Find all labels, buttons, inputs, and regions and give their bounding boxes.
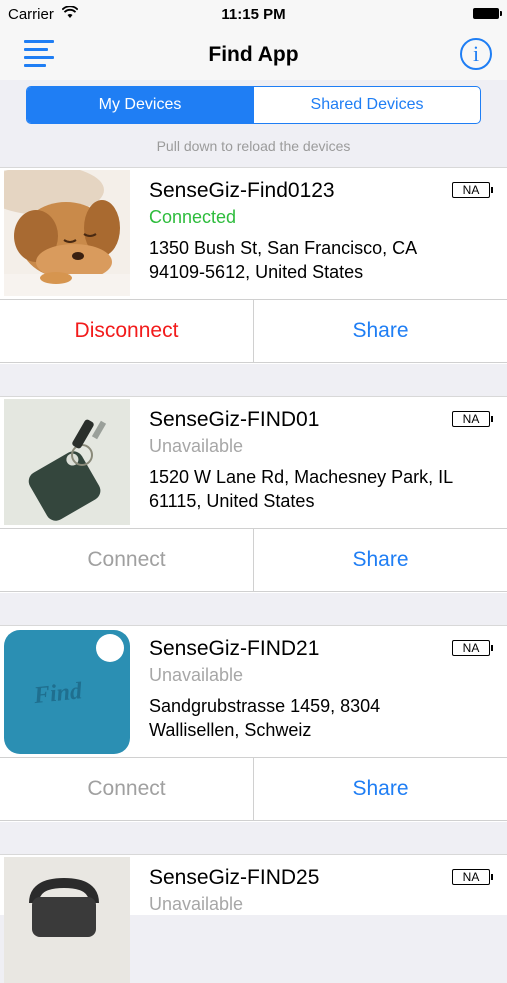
device-card[interactable]: SenseGiz-FIND25 Unavailable NA xyxy=(0,854,507,983)
share-button[interactable]: Share xyxy=(253,529,507,591)
device-status: Unavailable xyxy=(149,894,244,914)
device-segmented-control: My Devices Shared Devices xyxy=(26,86,481,124)
device-actions: Disconnect Share xyxy=(0,299,507,363)
device-photo-puppy xyxy=(4,170,130,296)
device-name: SenseGiz-Find0123 xyxy=(149,179,335,202)
navigation-bar: Find App i xyxy=(0,28,507,80)
tab-shared-devices[interactable]: Shared Devices xyxy=(253,87,480,123)
battery-badge: NA xyxy=(452,869,493,885)
share-button[interactable]: Share xyxy=(253,300,507,362)
connect-button[interactable]: Connect xyxy=(0,529,253,591)
info-icon[interactable]: i xyxy=(460,38,492,70)
device-card[interactable]: Find SenseGiz-FIND21 Unavailable Sandgru… xyxy=(0,625,507,822)
battery-icon xyxy=(473,8,502,19)
device-status: Unavailable xyxy=(149,436,244,456)
page-title: Find App xyxy=(208,43,299,66)
device-card[interactable]: SenseGiz-Find0123 Connected 1350 Bush St… xyxy=(0,167,507,364)
device-actions: Connect Share xyxy=(0,528,507,592)
share-button[interactable]: Share xyxy=(253,758,507,820)
device-photo-keys xyxy=(4,399,130,525)
device-status: Unavailable xyxy=(149,665,244,685)
svg-text:Find: Find xyxy=(32,678,84,709)
device-name: SenseGiz-FIND01 xyxy=(149,408,320,431)
device-name: SenseGiz-FIND25 xyxy=(149,866,320,889)
tab-my-devices[interactable]: My Devices xyxy=(27,87,253,123)
device-address: Sandgrubstrasse 1459, 8304 Wallisellen, … xyxy=(149,696,381,740)
device-card[interactable]: SenseGiz-FIND01 Unavailable 1520 W Lane … xyxy=(0,396,507,593)
device-photo xyxy=(4,857,130,983)
device-name: SenseGiz-FIND21 xyxy=(149,637,320,660)
disconnect-button[interactable]: Disconnect xyxy=(0,300,253,362)
pull-to-reload-hint: Pull down to reload the devices xyxy=(156,138,351,154)
device-address: 1520 W Lane Rd, Machesney Park, IL 61115… xyxy=(149,467,453,511)
status-bar: Carrier 11:15 PM xyxy=(0,0,507,28)
device-status: Connected xyxy=(149,207,237,227)
device-address: 1350 Bush St, San Francisco, CA 94109-56… xyxy=(149,238,417,282)
clock: 11:15 PM xyxy=(221,6,286,23)
device-photo-find-tag: Find xyxy=(4,628,130,754)
battery-badge: NA xyxy=(452,640,493,656)
battery-badge: NA xyxy=(452,411,493,427)
connect-button[interactable]: Connect xyxy=(0,758,253,820)
battery-badge: NA xyxy=(452,182,493,198)
device-actions: Connect Share xyxy=(0,757,507,821)
